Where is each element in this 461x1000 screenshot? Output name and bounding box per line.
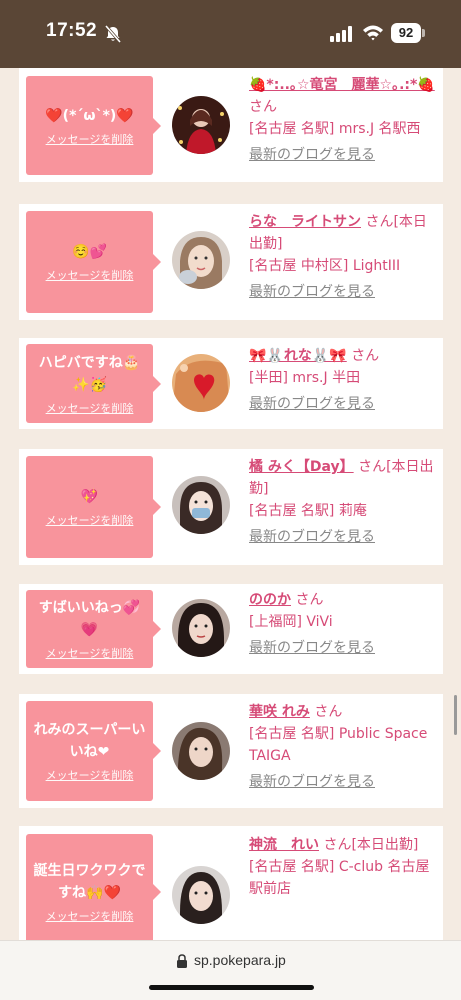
latest-blog-link[interactable]: 最新のブログを見る xyxy=(249,526,437,548)
lock-icon xyxy=(177,954,187,968)
battery-icon: 92 xyxy=(391,23,421,43)
message-feed[interactable]: ❤️(*´ω`*)❤️ メッセージを削除 🍓*:..｡☆竜宮 麗華☆｡.:*🍓 … xyxy=(0,68,461,940)
latest-blog-link[interactable]: 最新のブログを見る xyxy=(249,637,437,659)
wifi-icon xyxy=(363,25,383,41)
delete-message-link[interactable]: メッセージを削除 xyxy=(46,131,134,147)
list-item: 💖 メッセージを削除 橘 みく【Day】 さん[本日出勤] [名古屋 名駅] 莉… xyxy=(19,449,443,565)
message-text: 誕生日ワクワクですね🙌❤️ xyxy=(33,863,146,901)
avatar[interactable] xyxy=(172,476,230,534)
cellular-signal-icon xyxy=(330,26,352,42)
message-bubble: 誕生日ワクワクですね🙌❤️ メッセージを削除 xyxy=(26,834,161,940)
list-item: ❤️(*´ω`*)❤️ メッセージを削除 🍓*:..｡☆竜宮 麗華☆｡.:*🍓 … xyxy=(19,68,443,182)
latest-blog-link[interactable]: 最新のブログを見る xyxy=(249,771,437,793)
avatar[interactable] xyxy=(172,96,230,154)
shop-label: [上福岡] ViVi xyxy=(249,614,333,630)
avatar[interactable] xyxy=(172,722,230,780)
cast-info: らな ライトサン さん[本日出勤] [名古屋 中村区] LightIII 最新の… xyxy=(249,211,437,303)
url-label[interactable]: sp.pokepara.jp xyxy=(194,952,286,968)
list-item: ☺️💕 メッセージを削除 らな ライトサン さん[本日出勤] [名古屋 中村区]… xyxy=(19,204,443,320)
cast-suffix: さん xyxy=(295,592,324,608)
shop-label: [名古屋 中村区] LightIII xyxy=(249,258,401,274)
message-bubble: ☺️💕 メッセージを削除 xyxy=(26,211,161,313)
shop-label: [名古屋 名駅] C-club 名古屋駅前店 xyxy=(249,859,430,897)
list-item: すばいいねっ💞💗 メッセージを削除 ののか さん [上福岡] ViVi 最新のブ… xyxy=(19,584,443,674)
list-item: れみのスーパーいいね❤ メッセージを削除 華咲 れみ さん [名古屋 名駅] P… xyxy=(19,694,443,808)
message-text: ❤️(*´ω`*)❤️ xyxy=(45,107,134,124)
latest-blog-link[interactable]: 最新のブログを見る xyxy=(249,393,437,415)
latest-blog-link[interactable]: 最新のブログを見る xyxy=(249,281,437,303)
shop-label: [名古屋 名駅] Public Space TAIGA xyxy=(249,726,428,764)
delete-message-link[interactable]: メッセージを削除 xyxy=(46,645,134,661)
list-item: ハピバですね🎂✨🥳 メッセージを削除 🎀🐰れな🐰🎀 さん [半田] mrs.J … xyxy=(19,338,443,429)
cast-name-link[interactable]: 神流 れい xyxy=(249,837,319,853)
latest-blog-link[interactable]: 最新のブログを見る xyxy=(249,144,437,166)
cast-name-link[interactable]: 橘 みく【Day】 xyxy=(249,459,354,475)
browser-bottom-bar xyxy=(0,940,461,1000)
shop-label: [名古屋 名駅] mrs.J 名駅西 xyxy=(249,121,421,137)
cast-info: 華咲 れみ さん [名古屋 名駅] Public Space TAIGA 最新の… xyxy=(249,701,437,793)
cast-info: 神流 れい さん[本日出勤] [名古屋 名駅] C-club 名古屋駅前店 xyxy=(249,834,437,900)
battery-tip xyxy=(422,29,425,37)
avatar[interactable] xyxy=(172,866,230,924)
cast-suffix: さん xyxy=(314,704,343,720)
message-bubble: すばいいねっ💞💗 メッセージを削除 xyxy=(26,590,161,668)
delete-message-link[interactable]: メッセージを削除 xyxy=(46,908,134,924)
avatar[interactable] xyxy=(172,354,230,412)
bell-slash-icon xyxy=(104,25,122,43)
delete-message-link[interactable]: メッセージを削除 xyxy=(46,267,134,283)
cast-suffix: さん[本日出勤] xyxy=(323,837,419,853)
status-bar: 17:52 92 xyxy=(0,0,461,68)
cast-name-link[interactable]: ののか xyxy=(249,592,291,608)
scrollbar[interactable] xyxy=(454,695,457,735)
message-text: 💖 xyxy=(80,489,99,505)
message-bubble: ❤️(*´ω`*)❤️ メッセージを削除 xyxy=(26,76,161,175)
home-indicator[interactable] xyxy=(149,985,314,990)
message-text: すばいいねっ💞💗 xyxy=(38,600,141,638)
delete-message-link[interactable]: メッセージを削除 xyxy=(46,767,134,783)
message-text: ハピバですね🎂✨🥳 xyxy=(38,354,141,393)
shop-label: [名古屋 名駅] 莉庵 xyxy=(249,503,367,519)
status-time: 17:52 xyxy=(46,20,98,41)
message-bubble: れみのスーパーいいね❤ メッセージを削除 xyxy=(26,701,161,801)
shop-label: [半田] mrs.J 半田 xyxy=(249,370,361,386)
avatar[interactable] xyxy=(172,599,230,657)
cast-name-link[interactable]: 🍓*:..｡☆竜宮 麗華☆｡.:*🍓 xyxy=(249,77,435,93)
list-item: 誕生日ワクワクですね🙌❤️ メッセージを削除 神流 れい さん[本日出勤] [名… xyxy=(19,826,443,940)
delete-message-link[interactable]: メッセージを削除 xyxy=(46,512,134,528)
cast-name-link[interactable]: 華咲 れみ xyxy=(249,704,310,720)
cast-name-link[interactable]: らな ライトサン xyxy=(249,214,361,230)
cast-info: 🍓*:..｡☆竜宮 麗華☆｡.:*🍓 さん [名古屋 名駅] mrs.J 名駅西… xyxy=(249,74,437,166)
cast-info: 橘 みく【Day】 さん[本日出勤] [名古屋 名駅] 莉庵 最新のブログを見る xyxy=(249,456,437,548)
message-bubble: 💖 メッセージを削除 xyxy=(26,456,161,558)
cast-suffix: さん xyxy=(249,99,277,115)
avatar[interactable] xyxy=(172,231,230,289)
cast-suffix: さん xyxy=(351,348,380,364)
cast-name-link[interactable]: 🎀🐰れな🐰🎀 xyxy=(249,348,347,364)
cast-info: 🎀🐰れな🐰🎀 さん [半田] mrs.J 半田 最新のブログを見る xyxy=(249,345,437,415)
message-bubble: ハピバですね🎂✨🥳 メッセージを削除 xyxy=(26,344,161,423)
message-text: れみのスーパーいいね❤ xyxy=(33,722,146,760)
delete-message-link[interactable]: メッセージを削除 xyxy=(46,400,134,416)
cast-info: ののか さん [上福岡] ViVi 最新のブログを見る xyxy=(249,589,437,659)
message-text: ☺️💕 xyxy=(72,244,107,260)
